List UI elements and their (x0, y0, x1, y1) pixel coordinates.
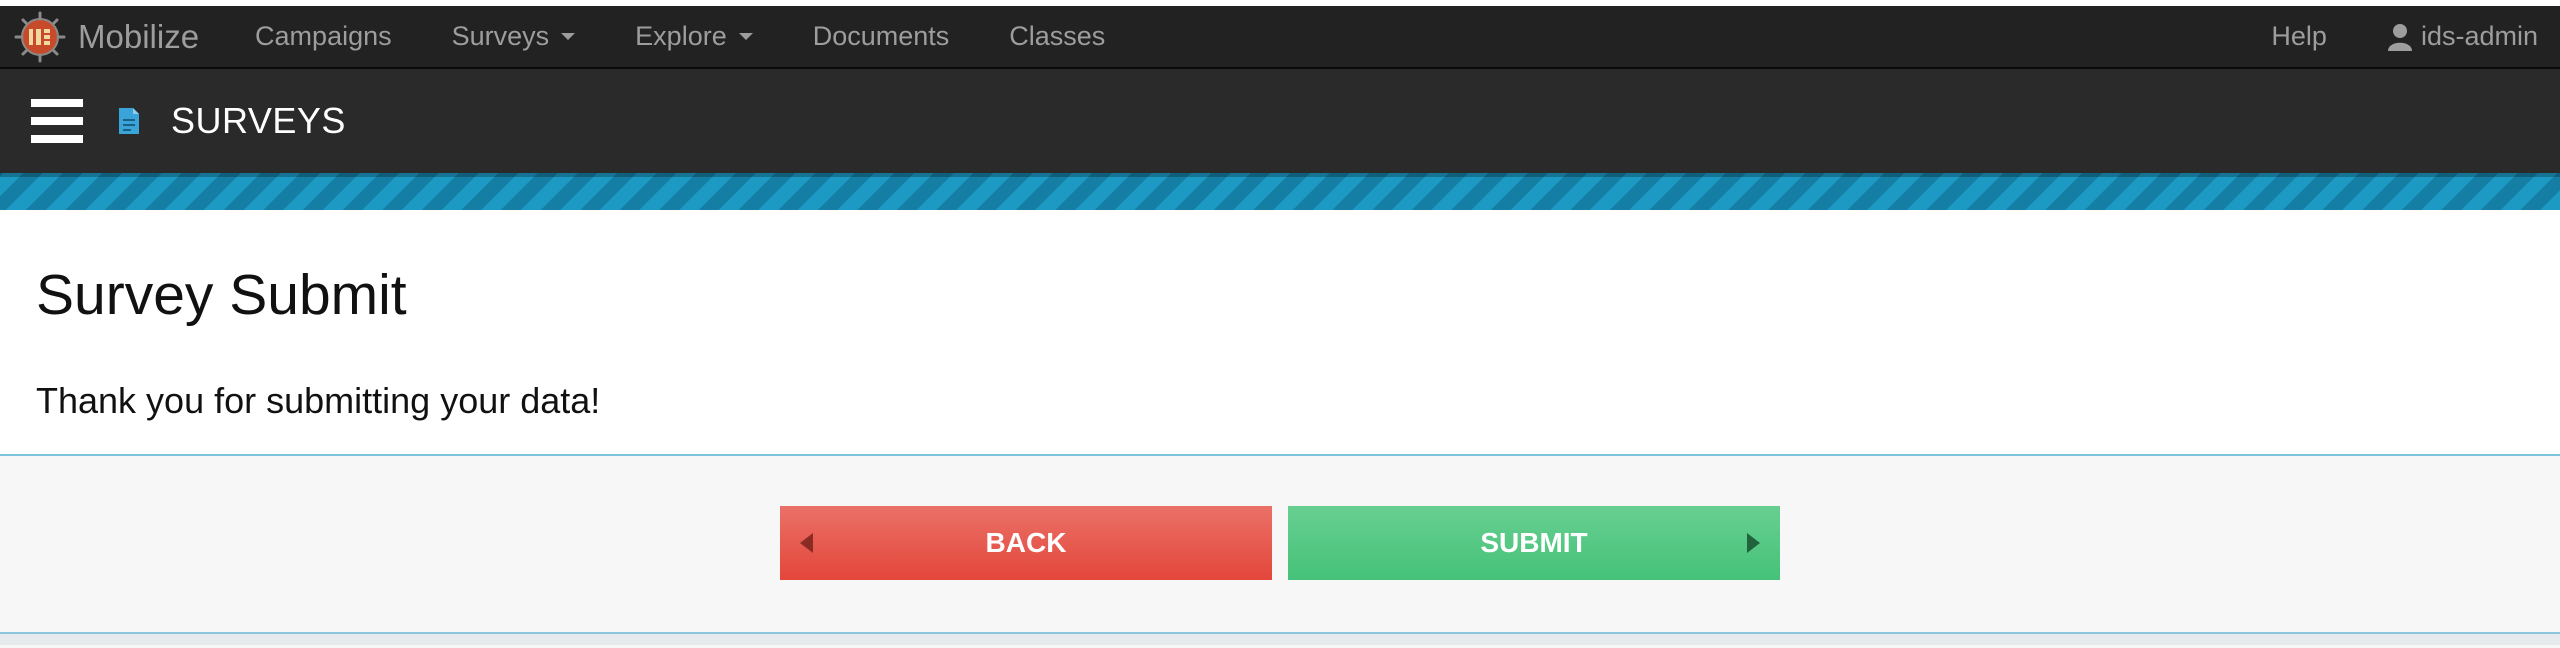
hamburger-icon[interactable] (31, 95, 83, 147)
user-name: ids-admin (2420, 21, 2538, 51)
back-button-label: BACK (985, 527, 1067, 558)
footer-strip (0, 634, 2560, 645)
brand-link[interactable]: Mobilize (12, 9, 199, 65)
submit-button-label: SUBMIT (1480, 527, 1588, 558)
survey-submit-panel: Survey Submit Thank you for submitting y… (0, 210, 2560, 456)
decorative-stripe (0, 173, 2560, 210)
confirmation-message: Thank you for submitting your data! (36, 380, 601, 421)
user-icon (2387, 23, 2412, 51)
section-header-bar: SURVEYS (0, 69, 2560, 173)
nav-help[interactable]: Help (2271, 21, 2327, 52)
nav-campaigns[interactable]: Campaigns (255, 21, 392, 52)
action-bar: BACK SUBMIT (0, 456, 2560, 634)
caret-down-icon (561, 33, 576, 40)
nav-campaigns-label: Campaigns (255, 21, 392, 51)
nav-surveys[interactable]: Surveys (452, 21, 576, 52)
arrow-left-icon (800, 533, 813, 553)
back-button[interactable]: BACK (780, 506, 1272, 580)
nav-explore[interactable]: Explore (635, 21, 753, 52)
nav-documents[interactable]: Documents (813, 21, 950, 52)
nav-help-label: Help (2271, 21, 2327, 51)
nav-surveys-label: Surveys (451, 21, 550, 51)
mobilize-logo-icon (14, 11, 66, 62)
submit-button[interactable]: SUBMIT (1288, 506, 1780, 580)
brand-name: Mobilize (78, 17, 200, 55)
nav-documents-label: Documents (812, 21, 950, 51)
user-menu[interactable]: ids-admin (2387, 21, 2538, 52)
nav-classes[interactable]: Classes (1009, 21, 1105, 52)
document-icon (119, 108, 139, 134)
arrow-right-icon (1747, 533, 1760, 553)
nav-right: Help ids-admin (2211, 21, 2538, 52)
page-title: Survey Submit (36, 263, 407, 327)
main-nav: Campaigns Surveys Explore Documents Clas… (255, 21, 1165, 52)
section-title: SURVEYS (171, 100, 346, 141)
nav-explore-label: Explore (635, 21, 727, 51)
top-navbar: Mobilize Campaigns Surveys Explore Docum… (0, 6, 2560, 69)
nav-classes-label: Classes (1009, 21, 1106, 51)
caret-down-icon (738, 33, 753, 40)
